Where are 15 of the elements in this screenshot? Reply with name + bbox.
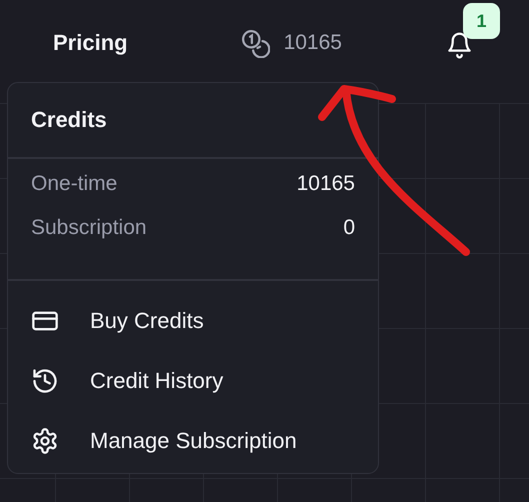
balance-value: 10165: [296, 172, 355, 196]
settings-icon: [31, 427, 59, 455]
balance-label: Subscription: [31, 216, 147, 240]
balance-value: 0: [343, 216, 355, 240]
menu-item[interactable]: Buy Credits: [8, 291, 204, 351]
menu-item[interactable]: Manage Subscription: [8, 411, 297, 471]
credits-button[interactable]: 10165: [240, 28, 342, 58]
balance-label: One-time: [31, 172, 118, 196]
bell-icon[interactable]: [446, 30, 473, 60]
coins-icon: [240, 28, 270, 58]
menu-title: Credits: [30, 106, 108, 134]
menu-item[interactable]: Credit History: [8, 351, 224, 411]
notification-badge: 1: [463, 3, 500, 39]
history-icon: [31, 367, 59, 395]
pricing-link[interactable]: Pricing: [53, 30, 128, 56]
